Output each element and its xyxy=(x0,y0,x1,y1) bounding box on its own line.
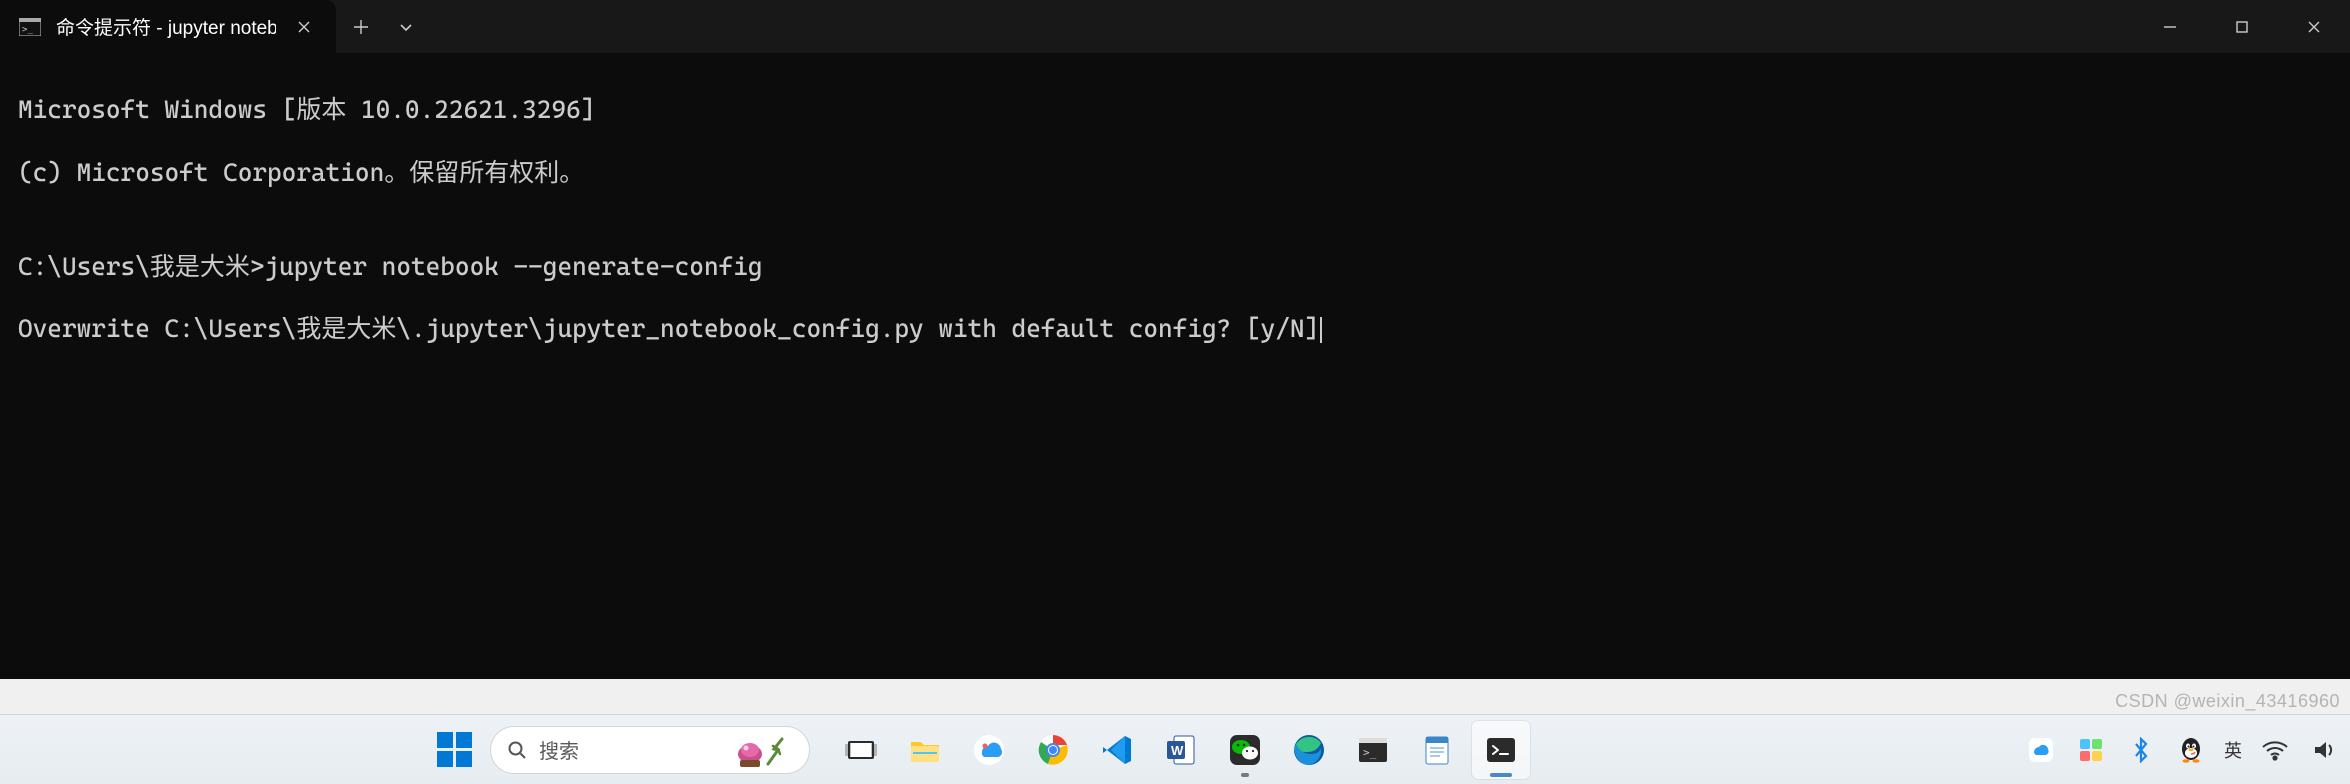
taskbar: 搜索 xyxy=(0,714,2350,784)
chrome-button[interactable] xyxy=(1024,721,1082,779)
new-tab-button[interactable] xyxy=(336,0,386,53)
tab-active[interactable]: >_ 命令提示符 - jupyter noteboo xyxy=(0,0,336,53)
minimize-button[interactable] xyxy=(2134,0,2206,53)
window-controls xyxy=(2134,0,2350,53)
taskbar-pinned: W >_ xyxy=(832,721,1530,779)
title-bar: >_ 命令提示符 - jupyter noteboo xyxy=(0,0,2350,53)
task-view-button[interactable] xyxy=(832,721,890,779)
notepad-button[interactable] xyxy=(1408,721,1466,779)
taskbar-search[interactable]: 搜索 xyxy=(490,726,810,774)
baidu-netdisk-button[interactable] xyxy=(960,721,1018,779)
start-button[interactable] xyxy=(430,726,478,774)
svg-text:>_: >_ xyxy=(22,25,33,35)
tray-bluetooth-icon[interactable] xyxy=(2124,733,2158,767)
tray-qq-icon[interactable] xyxy=(2174,733,2208,767)
terminal-window: >_ 命令提示符 - jupyter noteboo xyxy=(0,0,2350,679)
taskbar-left: 搜索 xyxy=(430,721,1530,779)
edge-button[interactable] xyxy=(1280,721,1338,779)
tray-ime-indicator[interactable]: 英 xyxy=(2224,737,2242,763)
system-tray: 英 xyxy=(2024,715,2342,784)
terminal-overwrite-line: Overwrite C:\Users\我是大米\.jupyter\jupyter… xyxy=(18,313,2332,344)
terminal-output[interactable]: Microsoft Windows [版本 10.0.22621.3296] (… xyxy=(0,53,2350,679)
file-explorer-button[interactable] xyxy=(896,721,954,779)
cmd-pinned-button[interactable]: >_ xyxy=(1344,721,1402,779)
terminal-taskbar-button[interactable] xyxy=(1472,721,1530,779)
tab-title: 命令提示符 - jupyter noteboo xyxy=(56,13,276,40)
search-placeholder: 搜索 xyxy=(539,735,711,764)
terminal-prompt-line: C:\Users\我是大米>jupyter notebook --generat… xyxy=(18,251,2332,282)
search-decoration-icon xyxy=(723,727,793,773)
terminal-cursor xyxy=(1320,317,1322,343)
terminal-line: (c) Microsoft Corporation。保留所有权利。 xyxy=(18,157,2332,188)
vscode-button[interactable] xyxy=(1088,721,1146,779)
search-icon xyxy=(507,740,527,760)
tabs-area: >_ 命令提示符 - jupyter noteboo xyxy=(0,0,2134,53)
tab-dropdown-button[interactable] xyxy=(386,0,426,53)
maximize-button[interactable] xyxy=(2206,0,2278,53)
word-button[interactable]: W xyxy=(1152,721,1210,779)
terminal-line: Microsoft Windows [版本 10.0.22621.3296] xyxy=(18,94,2332,125)
tray-wifi-icon[interactable] xyxy=(2258,733,2292,767)
tray-baidu-icon[interactable] xyxy=(2024,733,2058,767)
tab-close-button[interactable] xyxy=(290,13,318,41)
wechat-button[interactable] xyxy=(1216,721,1274,779)
svg-text:>_: >_ xyxy=(1363,746,1377,759)
windows-logo-icon xyxy=(437,732,472,767)
svg-text:W: W xyxy=(1171,743,1184,758)
watermark: CSDN @weixin_43416960 xyxy=(2115,691,2340,712)
tray-widgets-icon[interactable] xyxy=(2074,733,2108,767)
cmd-tab-icon: >_ xyxy=(18,15,42,39)
tray-volume-icon[interactable] xyxy=(2308,733,2342,767)
terminal-overwrite-text: Overwrite C:\Users\我是大米\.jupyter\jupyter… xyxy=(18,314,1319,343)
close-window-button[interactable] xyxy=(2278,0,2350,53)
